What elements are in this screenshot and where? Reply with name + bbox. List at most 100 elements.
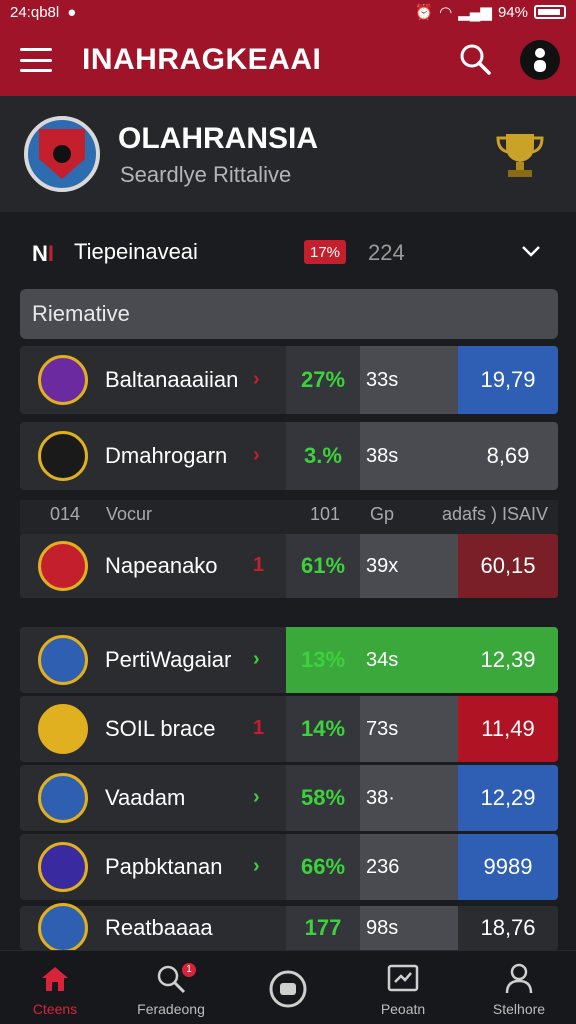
app-bar: INAHRAGKEAAI [0, 24, 576, 96]
trend-arrow-icon: › [253, 444, 260, 466]
team-logo-icon [38, 355, 88, 405]
nav-label-stats: Peoatn [380, 1001, 426, 1017]
record-icon [269, 970, 307, 1008]
team-header: OLAHRANSIA Seardlye Rittalive [0, 96, 576, 212]
games-cell: 38· [360, 765, 458, 831]
signal-icon: ▂▄▆ [458, 4, 492, 21]
section-title[interactable]: Riemative [20, 289, 558, 339]
team-name-cell: SOIL brace [105, 716, 216, 741]
column-label-2: Vocur [106, 504, 153, 524]
team-name-cell: PertiWagaiar [105, 647, 232, 672]
value-cell: 19,79 [458, 346, 558, 414]
team-name: OLAHRANSIA [118, 122, 318, 155]
team-name-cell: Napeanako [105, 553, 218, 578]
table-row[interactable]: Dmahrogarn › 3.% 38s 8,69 [20, 422, 558, 490]
nav-item-stats[interactable]: Peoatn [348, 961, 458, 1017]
team-name-cell: Papbktanan [105, 854, 223, 879]
team-subtitle: Seardlye Rittalive [120, 162, 292, 187]
table-row[interactable]: SOIL brace 1 14% 73s 11,49 [20, 696, 558, 762]
trend-arrow-icon: › [253, 855, 260, 877]
nav-item-home[interactable]: Cteens [0, 961, 110, 1017]
table-row[interactable]: Napeanako 1 61% 39x 60,15 [20, 534, 558, 598]
team-name-cell: Baltanaaaiian [105, 367, 239, 392]
profile-icon[interactable] [520, 40, 560, 80]
trend-arrow-icon: › [253, 786, 260, 808]
team-logo-icon [38, 541, 88, 591]
wifi-icon: ◠ [439, 4, 453, 21]
team-logo-icon [38, 704, 88, 754]
percent-cell: 14% [286, 696, 360, 762]
value-cell: 9989 [458, 834, 558, 900]
battery-text: 94% [497, 3, 528, 21]
team-logo-icon [38, 431, 88, 481]
value-cell: 60,15 [458, 534, 558, 598]
games-cell: 98s [360, 906, 458, 950]
app-title: INAHRAGKEAAI [82, 43, 322, 76]
games-cell: 38s [360, 422, 458, 490]
table-row[interactable]: PertiWagaiar › 13% 34s 12,39 [20, 627, 558, 693]
team-logo-icon [38, 635, 88, 685]
games-cell: 39x [360, 534, 458, 598]
percent-cell: 27% [286, 346, 360, 414]
games-cell: 34s [360, 627, 458, 693]
column-header: 014 Vocur 101 Gp adafs ) ISAIV [20, 500, 558, 530]
team-logo-icon [38, 773, 88, 823]
nav-label-profile: Stelhore [492, 1001, 546, 1017]
nav-item-search[interactable]: 1 Feradeong [116, 961, 226, 1017]
trend-arrow-icon: 1 [253, 717, 265, 739]
menu-icon[interactable] [20, 48, 52, 72]
nav-label-search: Feradeong [137, 1001, 205, 1017]
value-cell: 12,39 [458, 627, 558, 693]
table-row[interactable]: Vaadam › 58% 38· 12,29 [20, 765, 558, 831]
home-icon [42, 967, 68, 991]
percent-cell: 58% [286, 765, 360, 831]
percent-cell: 61% [286, 534, 360, 598]
trend-arrow-icon: 1 [253, 554, 265, 576]
battery-icon [534, 5, 566, 19]
alarm-icon: ⏰ [414, 4, 434, 21]
team-logo-icon [38, 903, 88, 953]
search-icon[interactable] [458, 42, 492, 76]
table-row[interactable]: Reatbaaaa 177 98s 18,76 [20, 903, 558, 953]
column-label-5: adafs ) ISAIV [442, 504, 549, 524]
team-name-cell: Reatbaaaa [105, 915, 213, 940]
status-bar: 24:qb8l ● ⏰ ◠ ▂▄▆ 94% [0, 0, 576, 24]
nav-label-home: Cteens [32, 1001, 78, 1017]
value-cell: 12,29 [458, 765, 558, 831]
person-icon [505, 963, 533, 994]
team-crest [24, 116, 100, 192]
value-cell: 11,49 [458, 696, 558, 762]
filter-count: 224 [368, 240, 405, 265]
chevron-down-icon[interactable] [520, 240, 542, 262]
games-cell: 33s [360, 346, 458, 414]
filter-row[interactable]: NI Tiepeinaveai 17% 224 [0, 226, 576, 278]
trophy-icon[interactable] [492, 130, 548, 180]
bottom-nav: Cteens 1 Feradeong Peoatn Stelhore [0, 950, 576, 1024]
value-cell: 8,69 [458, 422, 558, 490]
column-label-1: 014 [50, 504, 81, 524]
table-row[interactable]: Papbktanan › 66% 236 9989 [20, 834, 558, 900]
column-label-3: 101 [310, 504, 341, 524]
percent-cell: 177 [286, 906, 360, 950]
filter-badge: 17% [304, 240, 346, 264]
trend-arrow-icon: › [253, 368, 260, 390]
trend-arrow-icon: › [253, 648, 260, 670]
percent-cell: 66% [286, 834, 360, 900]
column-label-4: Gp [370, 504, 395, 524]
chart-icon [387, 964, 419, 992]
flag-icon: NI [32, 241, 55, 266]
nav-item-record[interactable] [233, 961, 343, 1017]
team-name-cell: Vaadam [105, 785, 186, 810]
table-row[interactable]: Baltanaaaiian › 27% 33s 19,79 [20, 346, 558, 414]
filter-label: Tiepeinaveai [74, 239, 198, 264]
status-time: 24:qb8l [10, 3, 60, 21]
percent-cell: 13% [286, 627, 360, 693]
notification-icon: ● [67, 3, 77, 21]
team-logo-icon [38, 842, 88, 892]
nav-badge: 1 [182, 963, 196, 977]
games-cell: 236 [360, 834, 458, 900]
nav-item-profile[interactable]: Stelhore [464, 961, 574, 1017]
games-cell: 73s [360, 696, 458, 762]
team-name-cell: Dmahrogarn [105, 443, 228, 468]
value-cell: 18,76 [458, 906, 558, 950]
